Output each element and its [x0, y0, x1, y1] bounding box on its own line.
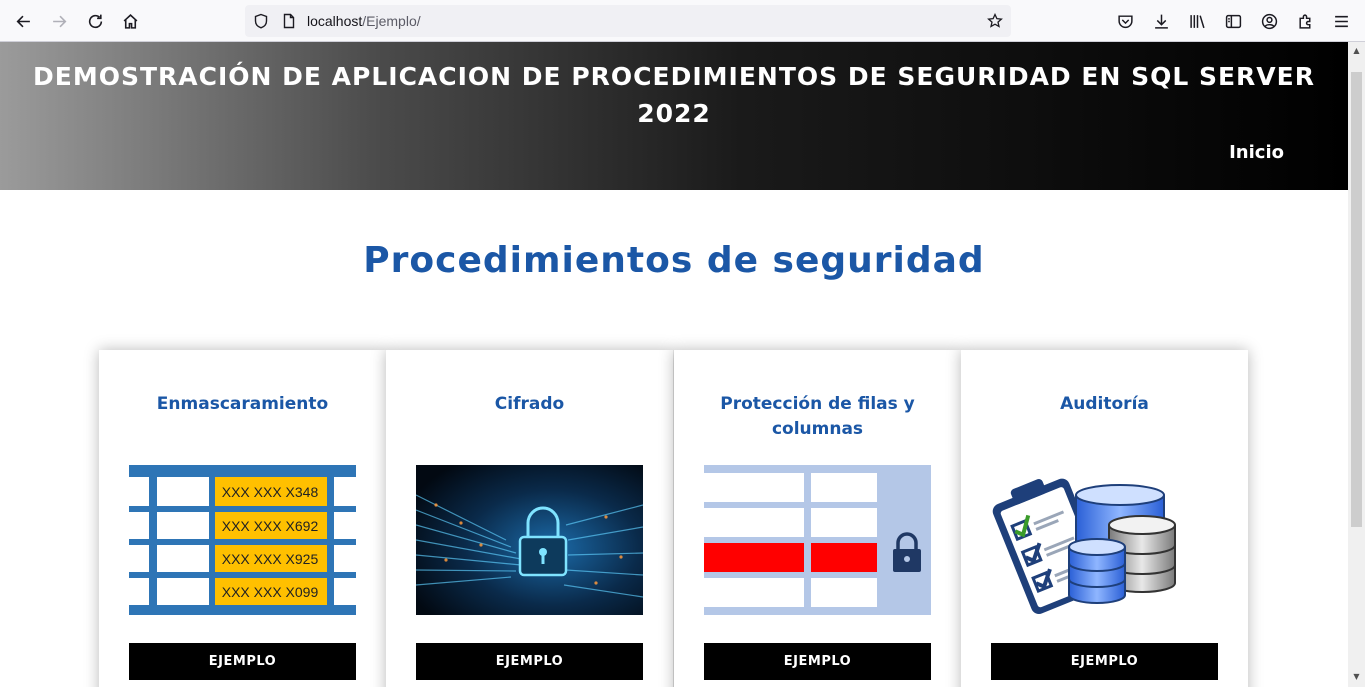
ejemplo-button[interactable]: EJEMPLO [991, 643, 1218, 680]
forward-icon[interactable] [46, 8, 72, 34]
url-text[interactable]: localhost/Ejemplo/ [307, 13, 421, 29]
library-icon[interactable] [1187, 11, 1207, 31]
url-path: /Ejemplo/ [362, 13, 421, 29]
encryption-lock-image [416, 465, 643, 615]
card-title: Enmascaramiento [156, 394, 329, 414]
card-enmascaramiento: Enmascaramiento XXX XXX X348 XXX XXX X69… [99, 350, 386, 687]
page-viewport: DEMOSTRACIÓN DE APLICACION DE PROCEDIMIE… [0, 42, 1348, 687]
account-icon[interactable] [1259, 11, 1279, 31]
card-title: Protección de filas y columnas [720, 394, 915, 439]
site-header: DEMOSTRACIÓN DE APLICACION DE PROCEDIMIE… [0, 42, 1348, 190]
back-icon[interactable] [10, 8, 36, 34]
reload-icon[interactable] [82, 8, 108, 34]
bookmark-star-icon[interactable] [986, 12, 1004, 30]
scroll-down-icon[interactable]: ▼ [1352, 672, 1361, 681]
address-bar[interactable]: localhost/Ejemplo/ [245, 5, 1011, 37]
card-auditoria: Auditoría EJEMPLO [961, 350, 1248, 687]
masking-table-image: XXX XXX X348 XXX XXX X692 XXX XXX X925 X… [129, 465, 356, 615]
scroll-thumb[interactable] [1351, 72, 1362, 527]
mask-value: XXX XXX X099 [222, 584, 319, 600]
card-cifrado: Cifrado EJEMPLO [386, 350, 673, 687]
ejemplo-button[interactable]: EJEMPLO [416, 643, 643, 680]
row-column-security-image [704, 465, 931, 615]
site-title: DEMOSTRACIÓN DE APLICACION DE PROCEDIMIE… [33, 62, 1315, 128]
card-title: Auditoría [1060, 394, 1149, 414]
menu-icon[interactable] [1331, 11, 1351, 31]
ejemplo-button[interactable]: EJEMPLO [129, 643, 356, 680]
ejemplo-button[interactable]: EJEMPLO [704, 643, 931, 680]
extensions-icon[interactable] [1295, 11, 1315, 31]
sidebar-icon[interactable] [1223, 11, 1243, 31]
browser-toolbar: localhost/Ejemplo/ [0, 0, 1365, 42]
page-icon[interactable] [280, 12, 298, 30]
card-title: Cifrado [494, 394, 565, 414]
page-scrollbar[interactable]: ▲ ▼ [1348, 42, 1365, 687]
download-icon[interactable] [1151, 11, 1171, 31]
pocket-icon[interactable] [1115, 11, 1135, 31]
mask-value: XXX XXX X692 [222, 518, 319, 534]
home-icon[interactable] [117, 8, 143, 34]
audit-clipboard-database-image [992, 478, 1176, 614]
mask-value: XXX XXX X348 [222, 484, 319, 500]
section-title: Procedimientos de seguridad [363, 240, 985, 281]
shield-icon[interactable] [252, 12, 270, 30]
scroll-up-icon[interactable]: ▲ [1352, 46, 1361, 55]
url-host: localhost [307, 13, 363, 29]
card-proteccion: Protección de filas y columnas EJEMPLO [674, 350, 961, 687]
nav-link-inicio[interactable]: Inicio [1229, 142, 1284, 163]
mask-value: XXX XXX X925 [222, 551, 319, 567]
